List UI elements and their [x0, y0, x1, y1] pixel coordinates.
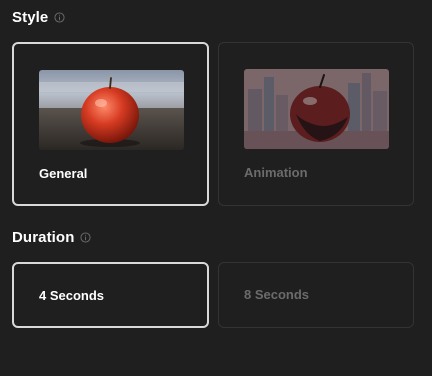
- duration-option-4-seconds[interactable]: 4 Seconds: [12, 262, 209, 328]
- style-option-animation[interactable]: Animation: [218, 42, 414, 206]
- duration-section-title: Duration: [12, 229, 92, 246]
- realistic-apple-image: [39, 70, 184, 150]
- general-thumbnail: [39, 70, 184, 150]
- style-option-label: Animation: [244, 165, 308, 180]
- style-duration-panel: { "style": { "title": "Style", "info_ico…: [0, 0, 432, 376]
- style-section-title: Style: [12, 9, 65, 26]
- duration-option-label: 4 Seconds: [39, 288, 105, 303]
- duration-title-label: Duration: [12, 229, 75, 246]
- style-title-label: Style: [12, 9, 49, 26]
- style-option-label: General: [39, 166, 88, 181]
- stylized-apple-image: [244, 69, 389, 149]
- duration-option-8-seconds[interactable]: 8 Seconds: [218, 262, 414, 328]
- info-icon[interactable]: [54, 12, 65, 23]
- info-icon[interactable]: [80, 232, 92, 243]
- style-option-general[interactable]: General: [12, 42, 209, 206]
- animation-thumbnail: [244, 69, 389, 149]
- duration-option-label: 8 Seconds: [244, 287, 310, 302]
